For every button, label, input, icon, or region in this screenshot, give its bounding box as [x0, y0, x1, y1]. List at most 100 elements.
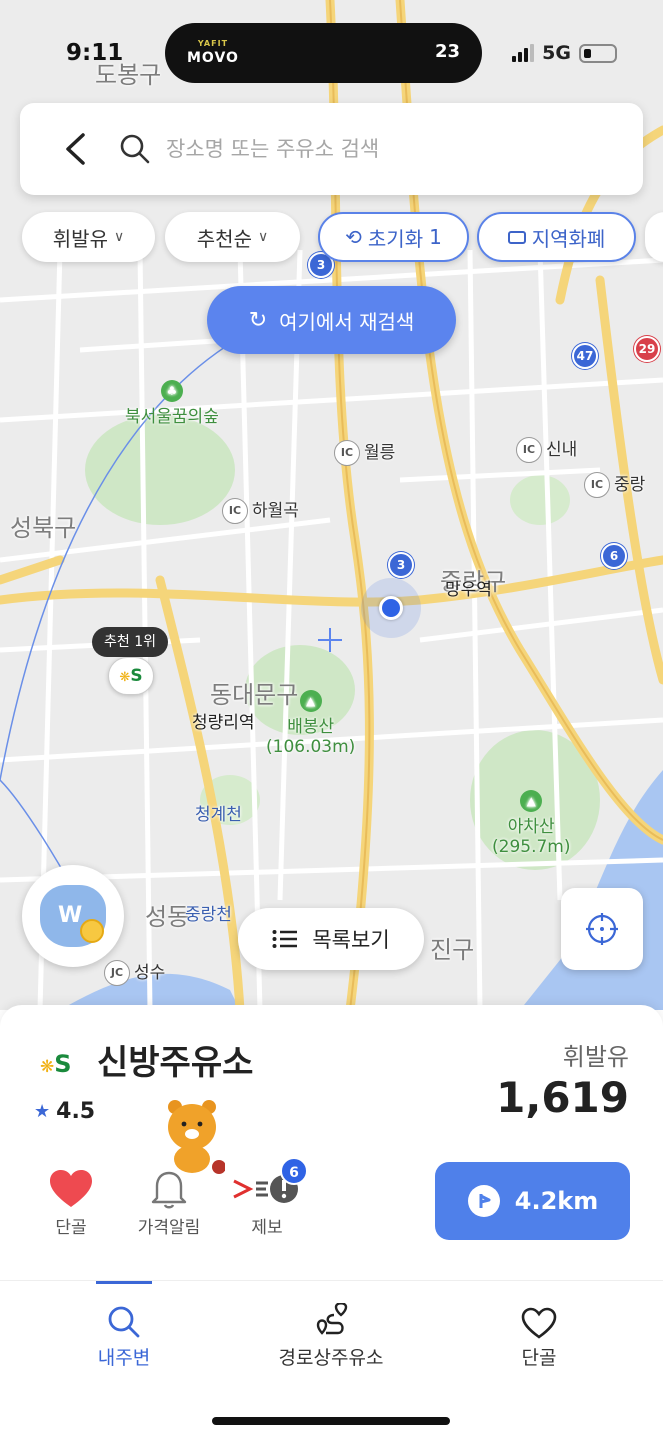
- heart-outline-icon: [521, 1307, 557, 1339]
- action-label: 제보: [251, 1218, 283, 1238]
- fuel-filter-chip[interactable]: 휘발유 ∨: [22, 212, 155, 262]
- chip-label: 추천순: [196, 226, 252, 251]
- distance-label: 4.2km: [514, 1187, 599, 1215]
- tab-label: 내주변: [97, 1347, 151, 1369]
- poi-label: 신내: [546, 440, 578, 460]
- status-time: 9:11: [66, 40, 124, 66]
- tab-label: 경로상주유소: [278, 1347, 384, 1369]
- poi-baebongsan[interactable]: ▲ 배봉산 (106.03m): [266, 690, 355, 757]
- my-location-button[interactable]: [561, 888, 643, 970]
- ic-junghwa[interactable]: IC 중랑: [584, 470, 645, 498]
- research-here-button[interactable]: ↻ 여기에서 재검색: [207, 286, 456, 354]
- ic-wolleung[interactable]: IC 월릉: [334, 438, 395, 466]
- reward-bag-button[interactable]: [22, 865, 124, 967]
- local-currency-chip[interactable]: 지역화폐: [477, 212, 636, 262]
- chevron-down-icon: ∨: [113, 229, 125, 245]
- research-label: 여기에서 재검색: [279, 309, 415, 334]
- battery-icon: [579, 43, 617, 63]
- list-view-button[interactable]: 목록보기: [238, 908, 424, 970]
- coin-icon: [80, 919, 104, 943]
- home-indicator: [212, 1417, 450, 1425]
- poi-cheongnyangni[interactable]: 청량리역: [192, 708, 255, 733]
- navigate-distance-button[interactable]: 4.2km: [435, 1162, 630, 1240]
- poi-label: 성수: [134, 963, 166, 983]
- poi-bukseoul[interactable]: ♣ 북서울꿈의숲: [125, 380, 219, 427]
- favorite-button[interactable]: 단골: [26, 1165, 116, 1238]
- my-location-marker: [379, 596, 403, 620]
- fuel-type-label: 휘발유: [562, 1043, 629, 1071]
- chip-label: 휘발유: [52, 226, 108, 251]
- refresh-icon: ↻: [248, 307, 268, 333]
- ic-icon: IC: [222, 498, 248, 524]
- route-icon: [316, 1303, 348, 1335]
- navigation-pin-icon: [467, 1185, 500, 1217]
- fuel-price: 1,619: [496, 1073, 629, 1122]
- movo-logo: YAFIT MOVO: [187, 37, 239, 65]
- action-label: 가격알림: [137, 1218, 201, 1238]
- ic-icon: IC: [584, 472, 610, 498]
- search-bar: [20, 103, 643, 195]
- poi-achasan[interactable]: ▲ 아차산 (295.7m): [492, 790, 571, 857]
- station-name: 신방주유소: [97, 1043, 254, 1083]
- status-indicators: 5G: [512, 42, 617, 64]
- route-badge: 47: [572, 343, 598, 369]
- mountain-icon: ▲: [299, 690, 322, 712]
- back-button[interactable]: [58, 131, 92, 167]
- action-label: 단골: [55, 1218, 87, 1238]
- search-input[interactable]: [166, 133, 606, 165]
- route-badge: 6: [601, 543, 627, 569]
- character-sticker-icon: [168, 1100, 225, 1174]
- station-sheet[interactable]: ❋S 신방주유소 ★ 4.5 휘발유 1,619 단골 가격알림 제보 6 4.…: [0, 1005, 663, 1280]
- tab-nearby[interactable]: 내주변: [24, 1281, 224, 1370]
- poi-label: 배봉산: [287, 717, 335, 737]
- s-oil-logo-icon: ❋S: [40, 1050, 72, 1078]
- tab-route-stations[interactable]: 경로상주유소: [231, 1281, 431, 1370]
- area-label: 성동: [145, 903, 190, 931]
- route-badge: 29: [634, 336, 660, 362]
- reset-filter-chip[interactable]: ⟲ 초기화 1: [318, 212, 469, 262]
- poi-cheonggyecheon[interactable]: 청계천: [195, 800, 242, 825]
- poi-label: 중랑: [614, 475, 646, 495]
- network-type: 5G: [542, 42, 571, 64]
- station-marker[interactable]: ❋S: [108, 657, 154, 695]
- poi-jungnangcheon[interactable]: 중랑천: [185, 900, 232, 925]
- rating-value: 4.5: [56, 1099, 96, 1124]
- bottom-tab-bar: 내주변 경로상주유소 단골: [0, 1280, 663, 1440]
- mountain-icon: ▲: [520, 790, 543, 812]
- back-arrow-icon: [66, 133, 85, 165]
- poi-label: 아차산: [507, 817, 555, 837]
- heart-icon: [50, 1170, 92, 1207]
- price-alert-button[interactable]: 가격알림: [124, 1165, 214, 1238]
- tab-favorites[interactable]: 단골: [439, 1281, 639, 1370]
- station-rating: ★ 4.5: [34, 1099, 95, 1124]
- chip-count: 1: [429, 225, 442, 249]
- jc-seongsu[interactable]: JC 성수: [104, 958, 165, 986]
- poi-height: (295.7m): [492, 837, 571, 857]
- poi-label: 하월곡: [252, 501, 299, 521]
- list-icon: [272, 930, 298, 948]
- search-icon: [108, 1306, 140, 1338]
- logo-top-text: YAFIT: [197, 39, 229, 48]
- s-oil-logo-icon: ❋S: [119, 666, 143, 686]
- card-icon: [507, 230, 526, 244]
- tab-label: 단골: [521, 1347, 557, 1369]
- island-counter: 23: [434, 41, 460, 62]
- bell-icon: [151, 1171, 187, 1209]
- poi-height: (106.03m): [266, 737, 356, 757]
- park-icon: ♣: [160, 380, 183, 402]
- refresh-icon: ⟲: [345, 225, 362, 249]
- logo-text: MOVO: [187, 50, 239, 66]
- ic-hawolgok[interactable]: IC 하월곡: [222, 496, 299, 524]
- jc-icon: JC: [104, 960, 130, 986]
- recommend-tag: 추천 1위: [92, 627, 168, 657]
- poi-label: 북서울꿈의숲: [125, 407, 219, 427]
- sort-filter-chip[interactable]: 추천순 ∨: [165, 212, 300, 262]
- area-label: 진구: [430, 936, 475, 964]
- search-icon: [120, 134, 150, 164]
- ic-sinnae[interactable]: IC 신내: [516, 435, 577, 463]
- signal-icon: [512, 44, 535, 62]
- route-badge: 3: [388, 552, 414, 578]
- poi-mangu[interactable]: 망우역: [445, 575, 492, 600]
- crosshair-icon: [586, 913, 618, 945]
- poi-label: 월릉: [364, 443, 396, 463]
